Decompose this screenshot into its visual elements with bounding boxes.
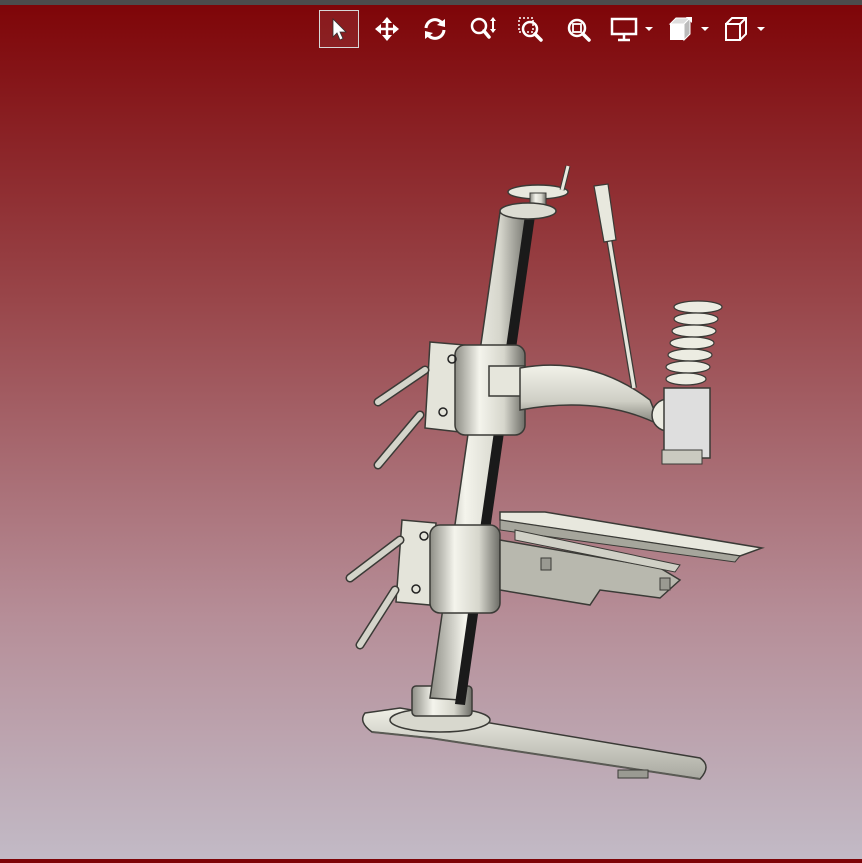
column [429, 211, 535, 705]
view-style-dropdown[interactable] [697, 10, 713, 48]
zoom-updown-icon [470, 17, 496, 39]
pan-tool-button[interactable] [367, 10, 407, 48]
rotate-icon [424, 18, 446, 40]
chevron-down-icon [645, 27, 653, 31]
view-toolbar [319, 9, 775, 49]
work-table [499, 511, 765, 606]
spring-head [661, 300, 723, 465]
lever-handle [593, 183, 637, 389]
lower-bracket [345, 519, 501, 650]
move-arrows-icon [375, 17, 399, 41]
zoom-window-tool-button[interactable] [511, 10, 551, 48]
zoom-window-icon [518, 17, 543, 42]
wireframe-cube-icon [725, 17, 747, 41]
display-mode-button[interactable] [607, 10, 641, 48]
chevron-down-icon [757, 27, 765, 31]
model-render [345, 165, 765, 780]
zoom-fit-icon [567, 18, 591, 42]
view-style-button[interactable] [663, 10, 697, 48]
chevron-down-icon [701, 27, 709, 31]
zoom-tool-button[interactable] [463, 10, 503, 48]
standard-views-button[interactable] [719, 10, 753, 48]
pointer-arrow-icon [332, 18, 347, 41]
select-tool-button[interactable] [319, 10, 359, 48]
base-plate [361, 685, 707, 780]
upper-bracket [373, 341, 526, 470]
standard-views-dropdown[interactable] [753, 10, 769, 48]
rotate-tool-button[interactable] [415, 10, 455, 48]
view-cube-shaded-icon [668, 16, 692, 42]
top-handwheel [499, 165, 571, 220]
3d-viewport[interactable] [0, 0, 862, 859]
curved-arm [519, 364, 685, 432]
monitor-icon [610, 17, 638, 42]
display-mode-dropdown[interactable] [641, 10, 657, 48]
zoom-fit-tool-button[interactable] [559, 10, 599, 48]
